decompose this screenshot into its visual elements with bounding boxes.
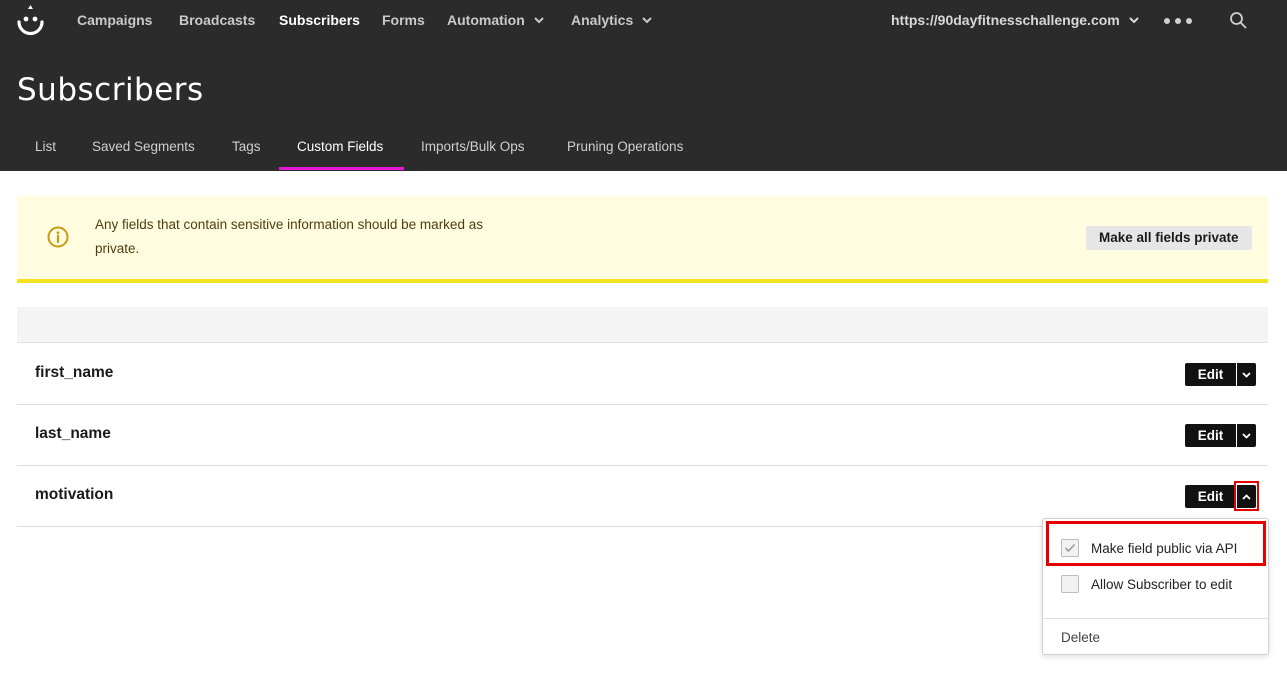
nav-automation[interactable]: Automation [447,12,544,28]
app-header: Campaigns Broadcasts Subscribers Forms A… [0,0,1287,171]
active-tab-indicator [279,167,404,170]
chevron-down-icon [534,16,544,24]
tab-imports-bulk-ops[interactable]: Imports/Bulk Ops [421,139,525,154]
nav-campaigns[interactable]: Campaigns [77,12,152,28]
privacy-notice: Any fields that contain sensitive inform… [17,196,1268,283]
edit-button[interactable]: Edit [1185,424,1236,447]
field-name: last_name [35,425,111,442]
logo-icon[interactable] [16,3,45,39]
page-title: Subscribers [17,72,204,108]
divider [1043,618,1268,619]
chevron-down-icon[interactable] [1237,363,1256,386]
chevron-down-icon [1129,16,1139,24]
edit-button[interactable]: Edit [1185,363,1236,386]
table-row: last_name Edit [17,404,1268,466]
nav-analytics[interactable]: Analytics [571,12,652,28]
tab-pruning-operations[interactable]: Pruning Operations [567,139,683,154]
tab-tags[interactable]: Tags [232,139,261,154]
search-icon[interactable] [1229,11,1247,29]
top-navigation: Campaigns Broadcasts Subscribers Forms A… [0,0,1287,42]
field-name: motivation [35,486,114,503]
highlight-box [1234,481,1259,511]
field-name: first_name [35,364,114,381]
table-row: first_name Edit [17,343,1268,405]
checkbox-icon[interactable] [1061,575,1079,593]
table-header [17,307,1268,343]
tab-custom-fields[interactable]: Custom Fields [297,139,383,154]
make-field-public-option[interactable]: Make field public via API [1061,539,1237,557]
nav-subscribers[interactable]: Subscribers [279,12,360,28]
tab-list[interactable]: List [35,139,56,154]
chevron-down-icon[interactable] [1237,424,1256,447]
field-options-dropdown: Make field public via API Allow Subscrib… [1042,518,1269,655]
edit-button[interactable]: Edit [1185,485,1236,508]
nav-forms[interactable]: Forms [382,12,425,28]
checkbox-checked-icon[interactable] [1061,539,1079,557]
nav-broadcasts[interactable]: Broadcasts [179,12,255,28]
more-icon[interactable] [1164,12,1192,30]
chevron-down-icon [642,16,652,24]
notice-message: Any fields that contain sensitive inform… [95,217,483,256]
domain-selector[interactable]: https://90dayfitnesschallenge.com [891,12,1139,28]
info-icon [47,226,69,248]
delete-field-button[interactable]: Delete [1061,630,1100,645]
make-all-fields-private-button[interactable]: Make all fields private [1086,226,1252,250]
tab-saved-segments[interactable]: Saved Segments [92,139,195,154]
allow-subscriber-edit-option[interactable]: Allow Subscriber to edit [1061,575,1232,593]
